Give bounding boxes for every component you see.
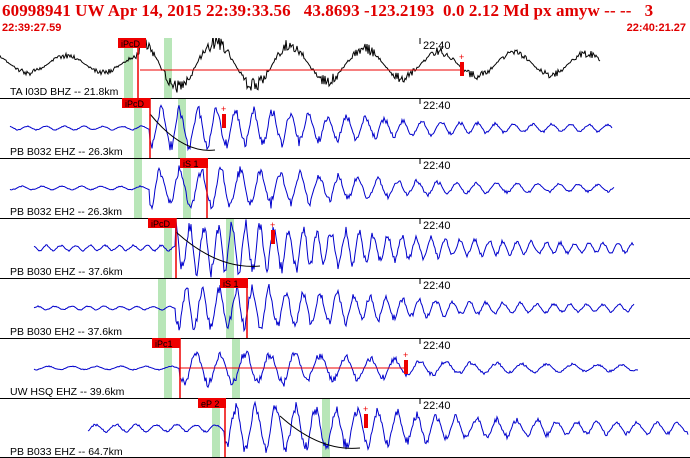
station-channel-label: TA I03D BHZ -- 21.8km — [10, 86, 119, 98]
minute-label: 22:40 — [423, 340, 451, 352]
station-channel-label: PB B032 EH2 -- 26.3km — [10, 206, 122, 218]
waveform-trace[interactable] — [9, 104, 613, 152]
waveform-trace[interactable] — [33, 350, 639, 389]
window-start-time: 22:39:27.59 — [2, 22, 62, 34]
phase-pick-label: iPcD — [151, 219, 171, 229]
amplitude-pick-marker[interactable] — [222, 114, 226, 128]
waveform-trace[interactable] — [87, 400, 689, 453]
station-channel-label: PB B030 EH2 -- 37.6km — [10, 326, 122, 338]
seismogram-panel[interactable]: 22:40 iPcD + TA I03D BHZ -- 21.8km 22:40 iPcD… — [0, 38, 690, 458]
amplitude-pick-plus: + — [459, 52, 464, 62]
amplitude-pick-marker[interactable] — [271, 230, 275, 244]
amplitude-pick-marker[interactable] — [404, 360, 408, 374]
minute-label: 22:40 — [423, 100, 451, 112]
phase-pick-label: iS 1 — [183, 159, 199, 169]
phase-pick-label: iPc1 — [155, 339, 173, 349]
amplitude-pick-plus: + — [403, 350, 408, 360]
phase-pick-label: iPcD — [125, 99, 145, 109]
waveform-trace[interactable] — [9, 165, 615, 211]
time-window-band — [158, 278, 166, 338]
event-title: 60998941 UW Apr 14, 2015 22:39:33.56 43.… — [2, 1, 654, 20]
phase-pick-label: iS 1 — [223, 279, 239, 289]
window-end-time: 22:40:21.27 — [626, 22, 686, 34]
phase-pick-label: iPcD — [121, 39, 141, 49]
time-window-band — [164, 38, 172, 98]
amplitude-pick-marker[interactable] — [364, 414, 368, 428]
minute-label: 22:40 — [423, 280, 451, 292]
station-channel-label: PB B030 EHZ -- 37.6km — [10, 266, 123, 278]
amplitude-pick-marker[interactable] — [460, 62, 464, 76]
waveform-trace[interactable] — [33, 283, 635, 333]
amplitude-pick-plus: + — [270, 220, 275, 230]
station-channel-label: UW HSQ EHZ -- 39.6km — [10, 386, 125, 398]
station-channel-label: PB B033 EHZ -- 64.7km — [10, 446, 123, 458]
station-channel-label: PB B032 EHZ -- 26.3km — [10, 146, 123, 158]
event-header: 60998941 UW Apr 14, 2015 22:39:33.56 43.… — [0, 0, 690, 38]
time-window-band — [226, 218, 234, 278]
phase-pick-label: eP 2 — [201, 399, 219, 409]
amplitude-pick-plus: + — [221, 104, 226, 114]
minute-label: 22:40 — [423, 400, 451, 412]
minute-label: 22:40 — [423, 220, 451, 232]
amplitude-pick-plus: + — [363, 404, 368, 414]
waveform-trace[interactable] — [33, 219, 635, 278]
waveform-trace[interactable] — [0, 38, 601, 93]
minute-label: 22:40 — [423, 160, 451, 172]
